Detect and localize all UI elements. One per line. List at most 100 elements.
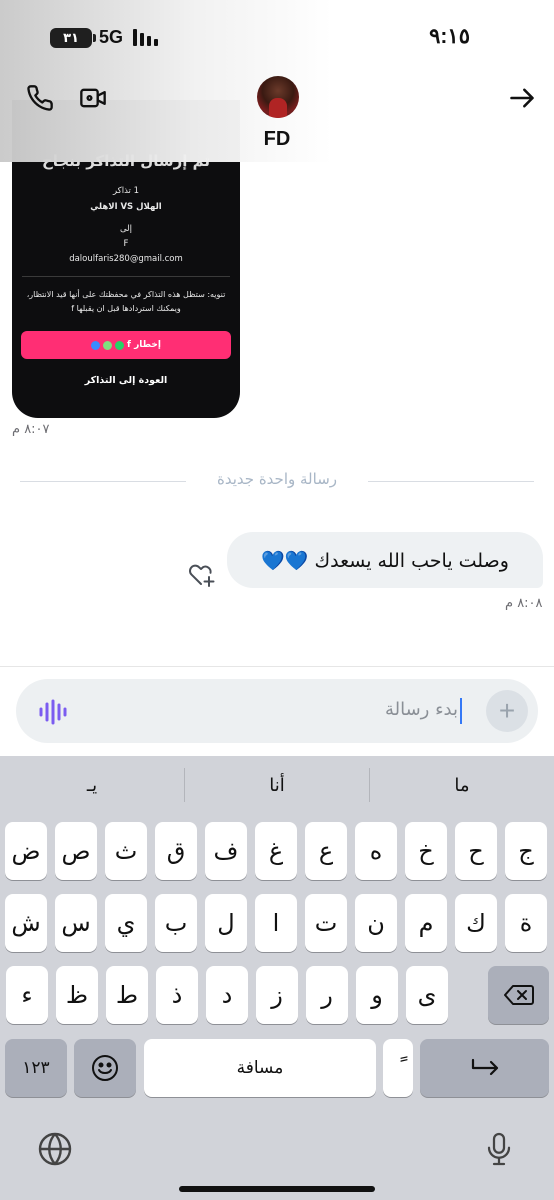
contact-avatar[interactable]: [257, 76, 299, 118]
key-row3[interactable]: ظ: [56, 966, 98, 1024]
key-row1[interactable]: ع: [305, 822, 347, 880]
key-row2[interactable]: ي: [105, 894, 147, 952]
key-row2[interactable]: ب: [155, 894, 197, 952]
key-row3[interactable]: ء: [6, 966, 48, 1024]
key-label: ص: [61, 837, 91, 865]
suggestion-bar: يـ أنا ما: [0, 756, 554, 814]
key-row3[interactable]: ى: [406, 966, 448, 1024]
shot-back-link: العودة إلى التذاكر: [84, 375, 168, 386]
key-row2[interactable]: ت: [305, 894, 347, 952]
return-icon: [471, 1058, 498, 1076]
whatsapp-icon: [115, 340, 125, 350]
key-label: س: [61, 909, 91, 937]
delete-key[interactable]: [488, 966, 549, 1024]
key-row1[interactable]: ث: [105, 822, 147, 880]
emoji-key[interactable]: [74, 1039, 136, 1097]
shot-recipient-name: F: [123, 239, 129, 249]
key-row3[interactable]: د: [206, 966, 248, 1024]
video-call-button[interactable]: [73, 78, 113, 118]
key-label: ط: [115, 981, 139, 1009]
key-label: ف: [213, 837, 239, 865]
messages-icon: [103, 340, 113, 350]
globe-key[interactable]: [36, 1130, 74, 1168]
chat-screen: تم إرسال التذاكر بنجاح 1 تذاكر الهلال VS…: [0, 0, 554, 1200]
key-row2[interactable]: س: [55, 894, 97, 952]
voice-message-icon[interactable]: [38, 699, 68, 725]
key-row2[interactable]: ا: [255, 894, 297, 952]
key-row1[interactable]: ح: [455, 822, 497, 880]
back-button[interactable]: [502, 78, 542, 118]
key-row1[interactable]: ق: [155, 822, 197, 880]
message-input[interactable]: بدء رسالة +: [16, 679, 538, 743]
suggestion-item[interactable]: يـ: [0, 756, 184, 814]
message-bubble[interactable]: وصلت ياحب الله يسعدك 💙💙: [227, 532, 543, 588]
message-text: وصلت ياحب الله يسعدك 💙💙: [261, 549, 509, 572]
shot-to-label: إلى: [119, 224, 133, 234]
key-row2[interactable]: ك: [455, 894, 497, 952]
messenger-icon: [91, 340, 101, 350]
key-label: ب: [164, 909, 188, 937]
key-label: ش: [11, 909, 41, 937]
new-message-divider: رسالة واحدة جديدة: [20, 470, 534, 492]
key-label: د: [221, 981, 233, 1009]
key-row3[interactable]: و: [356, 966, 398, 1024]
image-timestamp: ٨:٠٧ م: [12, 422, 50, 437]
return-key[interactable]: [420, 1039, 549, 1097]
key-label: ل: [217, 909, 235, 937]
key-row3[interactable]: ذ: [156, 966, 198, 1024]
heart-plus-icon: [189, 564, 215, 587]
dictation-key[interactable]: [482, 1130, 516, 1168]
key-row3[interactable]: ط: [106, 966, 148, 1024]
key-label: ا: [272, 909, 280, 937]
key-label: ى: [417, 981, 437, 1009]
message-timestamp: ٨:٠٨ م: [505, 596, 543, 611]
key-label: ظ: [65, 981, 89, 1009]
shot-match: الهلال VS الاهلي: [90, 202, 162, 212]
key-row3[interactable]: ر: [306, 966, 348, 1024]
key-label: ع: [318, 837, 334, 865]
key-row2[interactable]: ل: [205, 894, 247, 952]
key-label: ه: [369, 837, 383, 865]
status-time: ٩:١٥: [429, 25, 470, 48]
key-row1[interactable]: خ: [405, 822, 447, 880]
key-row1[interactable]: ض: [5, 822, 47, 880]
key-label: ق: [166, 837, 186, 865]
home-indicator: [179, 1186, 375, 1192]
key-row1[interactable]: ج: [505, 822, 547, 880]
key-label: ي: [116, 909, 136, 937]
key-label: ز: [271, 981, 283, 1009]
key-label: ج: [518, 837, 534, 865]
text-cursor: [460, 698, 462, 724]
key-label: خ: [418, 837, 434, 865]
add-reaction-button[interactable]: [188, 562, 216, 588]
numbers-key[interactable]: ١٢٣: [5, 1039, 67, 1097]
contact-name[interactable]: FD: [0, 128, 554, 151]
key-label: ت: [314, 909, 338, 937]
key-row1[interactable]: ه: [355, 822, 397, 880]
composer-bar: بدء رسالة +: [0, 666, 554, 756]
key-label: ١٢٣: [22, 1058, 50, 1078]
key-row1[interactable]: ص: [55, 822, 97, 880]
suggestion-item[interactable]: ما: [370, 756, 554, 814]
key-row2[interactable]: ة: [505, 894, 547, 952]
key-row1[interactable]: غ: [255, 822, 297, 880]
add-attachment-button[interactable]: +: [486, 690, 528, 732]
space-key[interactable]: مسافة: [144, 1039, 376, 1097]
key-row1[interactable]: ف: [205, 822, 247, 880]
video-camera-icon: [80, 88, 106, 108]
suggestion-item[interactable]: أنا: [185, 756, 369, 814]
key-row3[interactable]: ز: [256, 966, 298, 1024]
key-label: ك: [466, 909, 486, 937]
key-label: ة: [519, 909, 533, 937]
key-label: ر: [321, 981, 333, 1009]
key-row2[interactable]: ش: [5, 894, 47, 952]
key-label: ذ: [171, 981, 183, 1009]
call-button[interactable]: [20, 78, 60, 118]
diacritic-key[interactable]: ً: [383, 1039, 413, 1097]
key-row2[interactable]: م: [405, 894, 447, 952]
key-label: ء: [21, 981, 33, 1009]
shot-separator: [22, 276, 230, 277]
key-label: ح: [468, 837, 484, 865]
key-label: مسافة: [236, 1058, 284, 1078]
key-row2[interactable]: ن: [355, 894, 397, 952]
